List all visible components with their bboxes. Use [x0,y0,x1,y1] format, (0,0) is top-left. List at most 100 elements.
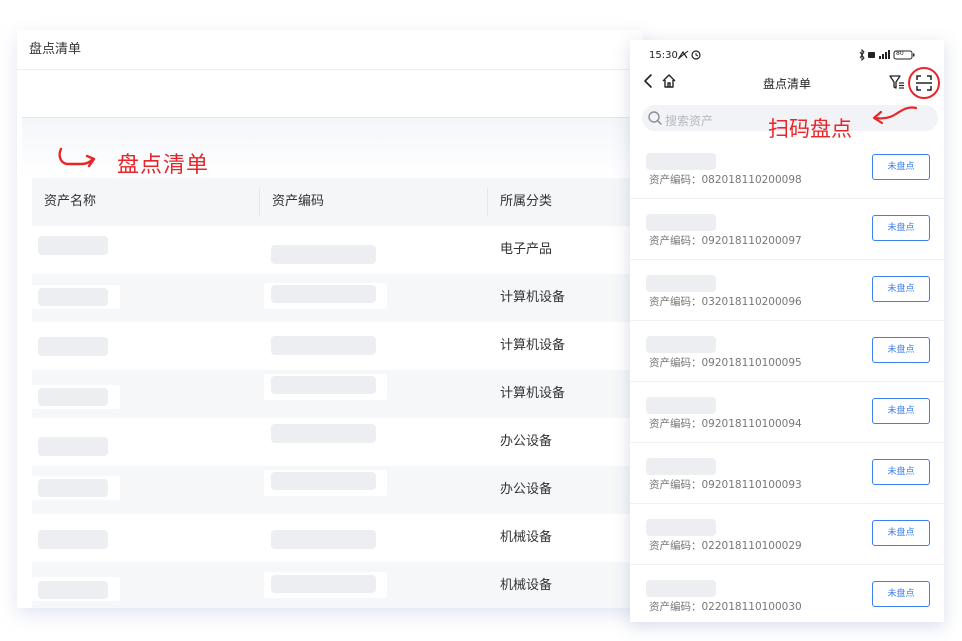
list-item[interactable]: 资产编码：022018110100030 未盘点 [630,565,944,622]
divider [17,69,643,70]
asset-name-placeholder [646,580,716,597]
column-header-name[interactable]: 资产名称 [44,178,96,226]
asset-code-placeholder [271,285,376,303]
list-item[interactable]: 资产编码：092018110200097 未盘点 [630,199,944,260]
table-row[interactable]: 计算机设备 [32,274,643,322]
asset-name-placeholder [646,336,716,353]
asset-code: 资产编码：082018110200098 [649,172,802,187]
asset-code: 资产编码：022018110100030 [649,599,802,614]
filter-icon[interactable] [889,74,905,90]
asset-name-placeholder [38,437,108,456]
asset-code-value: 022018110100029 [701,540,802,552]
asset-code-placeholder [271,424,376,443]
asset-code-label: 资产编码： [649,296,702,308]
list-item[interactable]: 资产编码：092018110100095 未盘点 [630,321,944,382]
asset-code-value: 092018110100095 [701,357,802,369]
asset-name-placeholder [38,530,108,549]
asset-category: 办公设备 [500,482,553,497]
page-title: 盘点清单 [29,42,82,57]
not-counted-button[interactable]: 未盘点 [872,276,930,302]
asset-category: 机械设备 [500,530,553,545]
mobile-inventory-screen: 15:30 80 盘点清单 搜索资产 扫码盘点 资产编码：08201811020… [630,40,944,622]
asset-code-value: 092018110200097 [701,235,802,247]
asset-category: 计算机设备 [500,386,566,401]
asset-code: 资产编码：092018110100093 [649,477,802,492]
asset-name-placeholder [646,214,716,231]
asset-code-value: 032018110200096 [701,296,802,308]
asset-code-label: 资产编码： [649,418,702,430]
asset-code-label: 资产编码： [649,540,702,552]
status-icons-left [677,50,701,60]
list-item[interactable]: 资产编码：092018110100093 未盘点 [630,443,944,504]
asset-name-placeholder [38,581,108,599]
asset-code-label: 资产编码： [649,479,702,491]
asset-name-placeholder [646,519,716,536]
annotation-arrow-icon [872,106,918,125]
not-counted-button[interactable]: 未盘点 [872,581,930,607]
not-counted-button[interactable]: 未盘点 [872,520,930,546]
table-row[interactable]: 计算机设备 [32,322,643,370]
status-icons-right [859,49,915,61]
asset-code: 资产编码：022018110100029 [649,538,802,553]
asset-list: 资产编码：082018110200098 未盘点 资产编码：0920181102… [630,138,944,622]
asset-name-placeholder [38,288,108,306]
asset-code-label: 资产编码： [649,601,702,613]
list-item[interactable]: 资产编码：032018110200096 未盘点 [630,260,944,321]
table-row[interactable]: 机械设备 [32,562,643,608]
asset-name-placeholder [646,153,716,170]
not-counted-button[interactable]: 未盘点 [872,215,930,241]
column-separator [487,188,488,216]
asset-category: 电子产品 [500,242,553,257]
asset-name-placeholder [38,236,108,255]
scan-icon[interactable] [907,66,941,100]
asset-category: 计算机设备 [500,290,566,305]
column-header-category[interactable]: 所属分类 [500,178,552,226]
list-item[interactable]: 资产编码：082018110200098 未盘点 [630,138,944,199]
asset-category: 计算机设备 [500,338,566,353]
not-counted-button[interactable]: 未盘点 [872,459,930,485]
asset-code-label: 资产编码： [649,357,702,369]
asset-code-value: 092018110100094 [701,418,802,430]
asset-code-placeholder [271,376,376,394]
list-item[interactable]: 资产编码：022018110100029 未盘点 [630,504,944,565]
column-separator [259,188,260,216]
asset-code: 资产编码：032018110200096 [649,294,802,309]
asset-name-placeholder [646,397,716,414]
not-counted-button[interactable]: 未盘点 [872,154,930,180]
table-row[interactable]: 机械设备 [32,514,643,562]
asset-name-placeholder [646,275,716,292]
asset-code-value: 022018110100030 [701,601,802,613]
asset-code-placeholder [271,530,376,549]
asset-code-placeholder [271,245,376,264]
table-row[interactable]: 办公设备 [32,418,643,466]
table-row[interactable]: 电子产品 [32,226,643,274]
asset-name-placeholder [38,337,108,356]
status-time: 15:30 [649,50,678,61]
asset-name-placeholder [38,479,108,497]
list-item[interactable]: 资产编码：092018110100094 未盘点 [630,382,944,443]
not-counted-button[interactable]: 未盘点 [872,337,930,363]
asset-name-placeholder [38,388,108,406]
table-header: 资产名称 资产编码 所属分类 [32,178,643,226]
asset-code-label: 资产编码： [649,174,702,186]
asset-code-placeholder [271,472,376,490]
asset-name-placeholder [646,458,716,475]
battery-level: 80 [896,50,904,57]
annotation-label: 盘点清单 [117,153,210,178]
status-bar: 15:30 80 [630,40,944,70]
table-row[interactable]: 计算机设备 [32,370,643,418]
asset-code-placeholder [271,336,376,355]
search-icon [648,111,662,125]
asset-code: 资产编码：092018110100094 [649,416,802,431]
desktop-inventory-page: 盘点清单 盘点清单 资产名称 资产编码 所属分类 电子产品 计算机设备 计算机设 [17,30,643,608]
table-body: 电子产品 计算机设备 计算机设备 计算机设备 办公设备 办公设备 机械设备 机械… [32,226,643,608]
table-row[interactable]: 办公设备 [32,466,643,514]
asset-code: 资产编码：092018110200097 [649,233,802,248]
search-placeholder: 搜索资产 [665,114,714,128]
asset-code: 资产编码：092018110100095 [649,355,802,370]
column-header-code[interactable]: 资产编码 [272,178,324,226]
asset-code-label: 资产编码： [649,235,702,247]
asset-category: 办公设备 [500,434,553,449]
asset-category: 机械设备 [500,578,553,593]
not-counted-button[interactable]: 未盘点 [872,398,930,424]
